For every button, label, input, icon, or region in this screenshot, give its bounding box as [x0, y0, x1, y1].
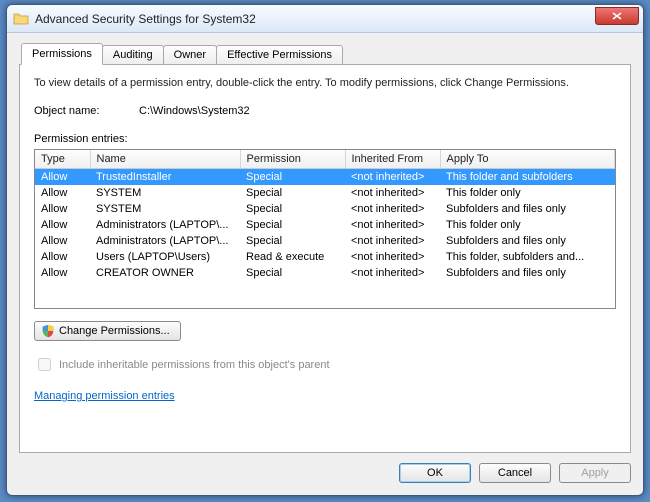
table-cell: This folder only [440, 185, 615, 201]
include-inheritable-checkbox [38, 358, 51, 371]
table-cell: Users (LAPTOP\Users) [90, 249, 240, 265]
table-row[interactable]: AllowSYSTEMSpecial<not inherited>Subfold… [35, 201, 615, 217]
table-cell: <not inherited> [345, 249, 440, 265]
managing-permission-entries-link[interactable]: Managing permission entries [34, 390, 175, 402]
table-cell: Special [240, 217, 345, 233]
table-cell: Subfolders and files only [440, 265, 615, 281]
instruction-text: To view details of a permission entry, d… [34, 77, 616, 89]
table-cell: <not inherited> [345, 217, 440, 233]
table-cell: Special [240, 233, 345, 249]
table-cell: <not inherited> [345, 201, 440, 217]
table-header-row: Type Name Permission Inherited From Appl… [35, 150, 615, 169]
table-cell: Allow [35, 249, 90, 265]
table-cell: Subfolders and files only [440, 233, 615, 249]
tab-pane-permissions: To view details of a permission entry, d… [19, 64, 631, 453]
table-cell: Allow [35, 265, 90, 281]
titlebar[interactable]: Advanced Security Settings for System32 [7, 5, 643, 33]
object-name-label: Object name: [34, 105, 139, 117]
table-cell: This folder and subfolders [440, 169, 615, 186]
table-cell: Read & execute [240, 249, 345, 265]
table-cell: This folder only [440, 217, 615, 233]
change-permissions-button[interactable]: Change Permissions... [34, 321, 181, 341]
client-area: Permissions Auditing Owner Effective Per… [7, 33, 643, 495]
apply-button: Apply [559, 463, 631, 483]
permission-entries-table[interactable]: Type Name Permission Inherited From Appl… [34, 149, 616, 309]
table-cell: Allow [35, 233, 90, 249]
table-cell: <not inherited> [345, 185, 440, 201]
table-row[interactable]: AllowCREATOR OWNERSpecial<not inherited>… [35, 265, 615, 281]
table-cell: Allow [35, 185, 90, 201]
security-settings-window: Advanced Security Settings for System32 … [6, 4, 644, 496]
table-row[interactable]: AllowSYSTEMSpecial<not inherited>This fo… [35, 185, 615, 201]
table-cell: Special [240, 169, 345, 186]
table-row[interactable]: AllowUsers (LAPTOP\Users)Read & execute<… [35, 249, 615, 265]
table-cell: Subfolders and files only [440, 201, 615, 217]
table-cell: <not inherited> [345, 265, 440, 281]
object-name-value: C:\Windows\System32 [139, 105, 250, 117]
column-header-name[interactable]: Name [90, 150, 240, 169]
table-cell: <not inherited> [345, 233, 440, 249]
table-cell: <not inherited> [345, 169, 440, 186]
table-cell: Allow [35, 169, 90, 186]
column-header-type[interactable]: Type [35, 150, 90, 169]
tab-effective-permissions[interactable]: Effective Permissions [216, 45, 343, 65]
close-icon [612, 12, 622, 20]
column-header-permission[interactable]: Permission [240, 150, 345, 169]
table-cell: Allow [35, 217, 90, 233]
window-title: Advanced Security Settings for System32 [35, 12, 595, 26]
table-cell: CREATOR OWNER [90, 265, 240, 281]
table-cell: SYSTEM [90, 201, 240, 217]
tab-strip: Permissions Auditing Owner Effective Per… [21, 43, 631, 65]
tab-permissions[interactable]: Permissions [21, 43, 103, 65]
table-row[interactable]: AllowAdministrators (LAPTOP\...Special<n… [35, 233, 615, 249]
tab-owner[interactable]: Owner [163, 45, 217, 65]
table-cell: This folder, subfolders and... [440, 249, 615, 265]
table-cell: Administrators (LAPTOP\... [90, 233, 240, 249]
close-button[interactable] [595, 7, 639, 25]
table-cell: Special [240, 265, 345, 281]
table-cell: Allow [35, 201, 90, 217]
change-permissions-label: Change Permissions... [59, 325, 170, 337]
dialog-footer: OK Cancel Apply [19, 463, 631, 483]
table-cell: Special [240, 185, 345, 201]
folder-icon [13, 11, 29, 27]
column-header-apply-to[interactable]: Apply To [440, 150, 615, 169]
cancel-button[interactable]: Cancel [479, 463, 551, 483]
include-inheritable-row: Include inheritable permissions from thi… [34, 355, 616, 374]
column-header-inherited-from[interactable]: Inherited From [345, 150, 440, 169]
shield-icon [41, 324, 55, 338]
table-row[interactable]: AllowTrustedInstallerSpecial<not inherit… [35, 169, 615, 186]
permission-entries-label: Permission entries: [34, 133, 616, 145]
table-row[interactable]: AllowAdministrators (LAPTOP\...Special<n… [35, 217, 615, 233]
table-cell: Administrators (LAPTOP\... [90, 217, 240, 233]
table-cell: Special [240, 201, 345, 217]
table-cell: SYSTEM [90, 185, 240, 201]
table-cell: TrustedInstaller [90, 169, 240, 186]
tab-auditing[interactable]: Auditing [102, 45, 164, 65]
include-inheritable-label: Include inheritable permissions from thi… [59, 359, 330, 371]
object-name-row: Object name: C:\Windows\System32 [34, 105, 616, 117]
ok-button[interactable]: OK [399, 463, 471, 483]
